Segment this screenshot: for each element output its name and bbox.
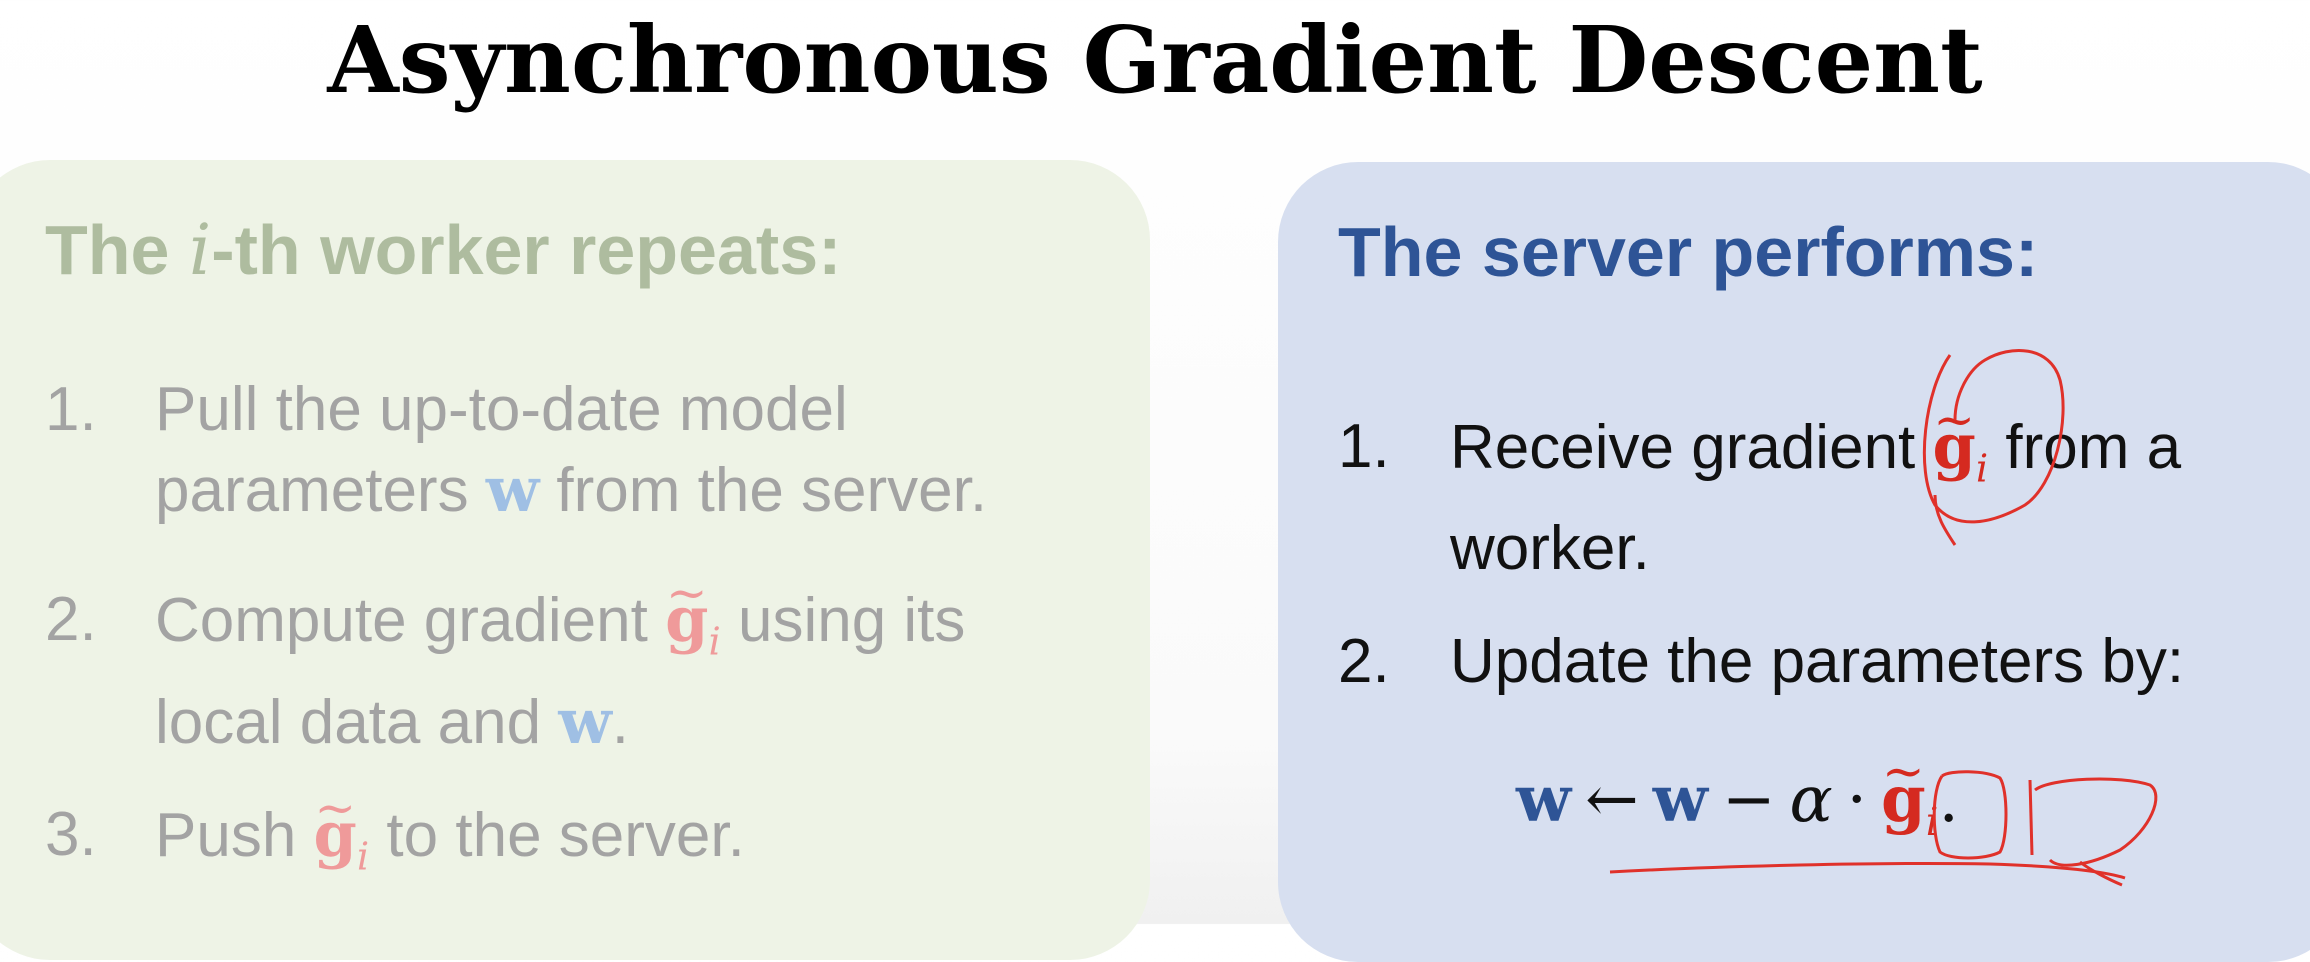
worker-panel: The i-th worker repeats: 1. Pull the up-… — [0, 160, 1150, 960]
dot-operator: · — [1846, 763, 1867, 837]
vector-w: w — [1652, 762, 1708, 837]
left-arrow: ← — [1585, 763, 1639, 837]
gradient-g: gi — [1881, 762, 1938, 845]
server-panel: The server performs: 1. Receive gradient… — [1278, 162, 2310, 962]
slide-title: Asynchronous Gradient Descent — [327, 6, 1983, 114]
update-equation: w←w−α·gi. — [1516, 760, 1959, 862]
vector-w: w — [485, 453, 540, 526]
vector-w: w — [1516, 762, 1572, 837]
vector-w: w — [558, 685, 612, 759]
minus-sign: − — [1721, 763, 1776, 837]
worker-heading: The i-th worker repeats: — [45, 209, 842, 291]
gradient-g: gi — [1933, 410, 1989, 491]
gradient-g: gi — [314, 798, 370, 879]
gradient-g: gi — [665, 583, 721, 664]
server-heading: The server performs: — [1338, 213, 2039, 291]
learning-rate-alpha: α — [1789, 763, 1833, 837]
index-i: i — [188, 209, 212, 291]
